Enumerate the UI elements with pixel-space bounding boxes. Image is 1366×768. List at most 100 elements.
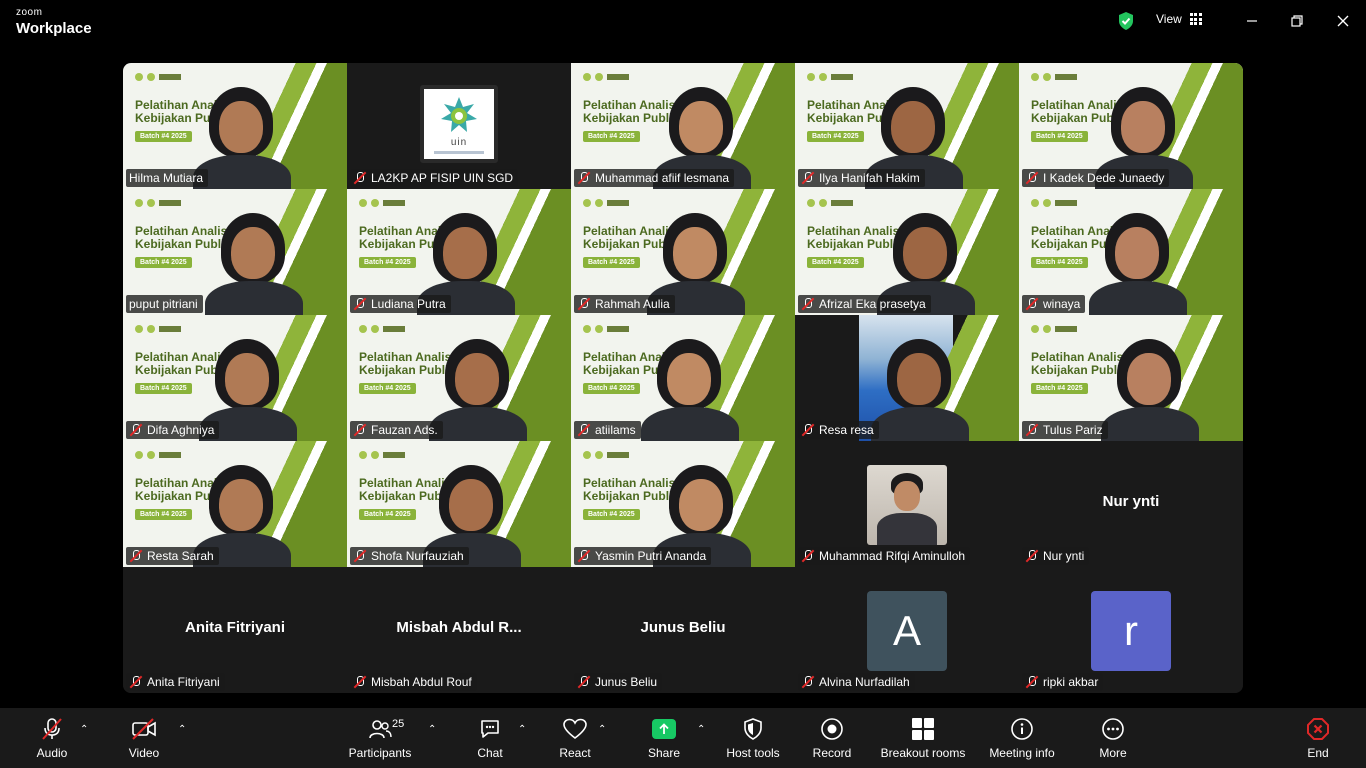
participant-name: I Kadek Dede Junaedy — [1043, 171, 1165, 185]
view-button[interactable]: View — [1156, 12, 1202, 26]
meeting-info-label: Meeting info — [989, 746, 1055, 760]
participant-tile[interactable]: Muhammad Rifqi Aminulloh — [795, 441, 1019, 567]
react-button[interactable]: React — [556, 708, 594, 768]
slide-logos — [583, 325, 629, 333]
avatar: r — [1091, 591, 1171, 671]
participant-tile[interactable]: Pelatihan Analis Kebijakan PublikBatch #… — [1019, 189, 1243, 315]
react-caret-icon[interactable]: ⌃ — [598, 724, 606, 735]
participant-name-label: Rahmah Aulia — [574, 295, 675, 313]
uin-emblem-icon — [441, 96, 477, 132]
share-label: Share — [647, 746, 681, 760]
slide-batch: Batch #4 2025 — [1031, 131, 1088, 142]
brand-zoom: zoom — [16, 7, 43, 18]
app-brand: zoom Workplace — [16, 7, 92, 37]
participant-tile[interactable]: A Alvina Nurfadilah — [795, 567, 1019, 693]
meeting-info-button[interactable]: Meeting info — [986, 708, 1058, 768]
close-window-button[interactable] — [1331, 10, 1355, 32]
participant-name-label: Muhammad Rifqi Aminulloh — [798, 547, 971, 565]
participant-tile[interactable]: Junus Beliu Junus Beliu — [571, 567, 795, 693]
participant-tile[interactable]: Resa resa — [795, 315, 1019, 441]
participant-tile[interactable]: Pelatihan Analis Kebijakan PublikBatch #… — [123, 441, 347, 567]
video-caret-icon[interactable]: ⌃ — [178, 724, 186, 735]
mic-muted-icon — [577, 549, 591, 563]
participant-tile[interactable]: Pelatihan Analis Kebijakan PublikBatch #… — [1019, 63, 1243, 189]
participant-name-label: Ludiana Putra — [350, 295, 451, 313]
participant-tile[interactable]: Pelatihan Analis Kebijakan PublikBatch #… — [1019, 315, 1243, 441]
participant-tile[interactable]: Pelatihan Analis Kebijakan PublikBatch #… — [123, 189, 347, 315]
share-caret-icon[interactable]: ⌃ — [697, 724, 705, 735]
mic-muted-icon — [1025, 297, 1039, 311]
participant-name-label: Junus Beliu — [574, 673, 663, 691]
share-button[interactable]: Share — [646, 708, 682, 768]
participant-name-label: LA2KP AP FISIP UIN SGD — [350, 169, 519, 187]
audio-button[interactable]: Audio — [34, 708, 70, 768]
minimize-button[interactable] — [1240, 10, 1264, 32]
participants-count: 25 — [392, 718, 405, 730]
mic-muted-icon — [42, 718, 62, 740]
participant-display-name: Junus Beliu — [640, 619, 726, 636]
participant-tile[interactable]: Pelatihan Analis Kebijakan PublikBatch #… — [571, 315, 795, 441]
record-button[interactable]: Record — [812, 708, 852, 768]
slide-logos — [135, 73, 181, 81]
slide-batch: Batch #4 2025 — [1031, 257, 1088, 268]
mic-muted-icon — [801, 549, 815, 563]
participant-tile[interactable]: Pelatihan Analis Kebijakan PublikBatch #… — [347, 189, 571, 315]
participant-video — [1089, 213, 1187, 315]
heart-icon — [563, 718, 587, 740]
participant-name: winaya — [1043, 297, 1081, 311]
slide-batch: Batch #4 2025 — [135, 257, 192, 268]
participant-tile[interactable]: Pelatihan Analis Kebijakan PublikBatch #… — [571, 63, 795, 189]
participant-name: Misbah Abdul Rouf — [371, 675, 472, 689]
participant-tile[interactable]: Pelatihan Analis Kebijakan PublikBatch #… — [795, 63, 1019, 189]
end-meeting-button[interactable]: End — [1302, 708, 1334, 768]
participant-name: LA2KP AP FISIP UIN SGD — [371, 171, 514, 185]
participant-tile[interactable]: Misbah Abdul R... Misbah Abdul Rouf — [347, 567, 571, 693]
participant-video — [199, 339, 297, 441]
participant-name: Ludiana Putra — [371, 297, 446, 311]
end-icon — [1307, 718, 1329, 740]
participant-tile[interactable]: Pelatihan Analis Kebijakan PublikBatch #… — [795, 189, 1019, 315]
breakout-rooms-button[interactable]: Breakout rooms — [878, 708, 968, 768]
participant-name: puput pitriani — [129, 297, 198, 311]
more-button[interactable]: More — [1096, 708, 1130, 768]
participants-button[interactable]: 25 Participants — [346, 708, 414, 768]
restore-button[interactable] — [1285, 10, 1309, 32]
participant-tile[interactable]: Pelatihan Analis Kebijakan PublikBatch #… — [123, 63, 347, 189]
participant-name: Tulus Pariz — [1043, 423, 1103, 437]
slide-logos — [1031, 199, 1077, 207]
participant-name: Hilma Mutiara — [129, 171, 204, 185]
chat-button[interactable]: Chat — [474, 708, 506, 768]
slide-logos — [1031, 73, 1077, 81]
participant-name-label: Nur ynti — [1022, 547, 1090, 565]
host-tools-button[interactable]: Host tools — [724, 708, 782, 768]
participant-tile[interactable]: Pelatihan Analis Kebijakan PublikBatch #… — [347, 441, 571, 567]
participant-name-label: Hilma Mutiara — [126, 169, 209, 187]
participant-tile[interactable]: uin LA2KP AP FISIP UIN SGD — [347, 63, 571, 189]
participants-caret-icon[interactable]: ⌃ — [428, 724, 436, 735]
participant-tile[interactable]: Pelatihan Analis Kebijakan PublikBatch #… — [347, 315, 571, 441]
slide-logos — [583, 199, 629, 207]
participant-tile[interactable]: r ripki akbar — [1019, 567, 1243, 693]
close-icon — [1337, 15, 1349, 27]
participant-name: Resa resa — [819, 423, 874, 437]
profile-photo — [867, 465, 947, 545]
encryption-shield-icon[interactable] — [1117, 11, 1135, 31]
mic-muted-icon — [129, 549, 143, 563]
slide-batch: Batch #4 2025 — [583, 131, 640, 142]
chat-label: Chat — [477, 746, 503, 760]
participant-tile[interactable]: Nur ynti Nur ynti — [1019, 441, 1243, 567]
video-button[interactable]: Video — [126, 708, 162, 768]
host-tools-label: Host tools — [726, 746, 780, 760]
mic-muted-icon — [129, 675, 143, 689]
slide-title: Pelatihan Analis Kebijakan Publik — [1031, 350, 1128, 377]
chat-caret-icon[interactable]: ⌃ — [518, 724, 526, 735]
mic-muted-icon — [577, 297, 591, 311]
participant-tile[interactable]: Anita Fitriyani Anita Fitriyani — [123, 567, 347, 693]
participant-tile[interactable]: Pelatihan Analis Kebijakan PublikBatch #… — [571, 189, 795, 315]
mic-muted-icon — [353, 423, 367, 437]
audio-caret-icon[interactable]: ⌃ — [80, 724, 88, 735]
participant-name-label: I Kadek Dede Junaedy — [1022, 169, 1170, 187]
participant-tile[interactable]: Pelatihan Analis Kebijakan PublikBatch #… — [571, 441, 795, 567]
participant-tile[interactable]: Pelatihan Analis Kebijakan PublikBatch #… — [123, 315, 347, 441]
participant-name-label: Resa resa — [798, 421, 879, 439]
